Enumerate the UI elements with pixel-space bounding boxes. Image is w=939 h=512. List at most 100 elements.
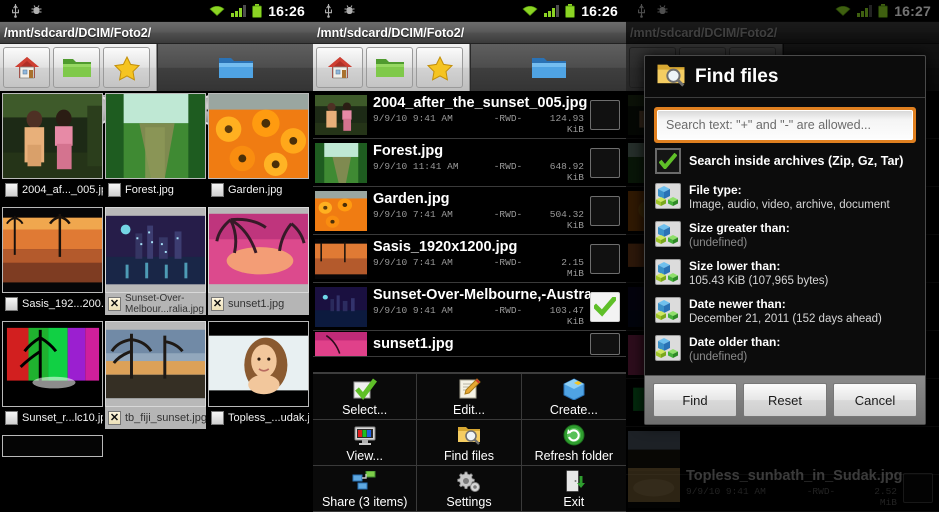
thumbnail-selected[interactable]	[105, 207, 206, 293]
current-folder-button-1[interactable]	[157, 44, 313, 91]
menu-item-share[interactable]: Share (3 items)	[313, 466, 418, 512]
couple-photo-thumb	[315, 94, 367, 135]
row-checkbox[interactable]	[590, 332, 620, 355]
thumbnail-selected[interactable]	[105, 321, 206, 407]
cancel-button[interactable]: Cancel	[833, 383, 917, 417]
path-bar-1[interactable]: /mnt/sdcard/DCIM/Foto2/	[0, 22, 313, 44]
thumbnail-grid: − +	[0, 91, 313, 457]
favorites-button-1[interactable]	[103, 47, 150, 88]
table-row[interactable]: 2004_after_the_sunset_005.jpg 9/9/10 9:4…	[313, 91, 626, 139]
context-menu: Select... Edit... Create... View... Find…	[313, 372, 626, 512]
option-date-newer[interactable]: Date newer than: December 21, 2011 (152 …	[654, 293, 916, 331]
current-folder-button-2[interactable]	[470, 44, 626, 91]
row-checkbox[interactable]	[590, 243, 620, 274]
parent-folder-button-1[interactable]	[53, 47, 100, 88]
checkbox[interactable]	[108, 183, 121, 197]
checkbox-checked[interactable]: ✕	[211, 297, 224, 311]
menu-item-exit[interactable]: Exit	[521, 466, 626, 512]
row-checkbox[interactable]	[590, 147, 620, 178]
file-name: Forest.jpg	[125, 184, 174, 196]
blue-box-icon	[562, 376, 586, 402]
checkbox[interactable]	[211, 183, 224, 197]
option-value: Image, audio, video, archive, document	[689, 199, 890, 211]
option-size-lower[interactable]: Size lower than: 105.43 KiB (107,965 byt…	[654, 255, 916, 293]
checkbox-checked[interactable]: ✕	[108, 411, 121, 425]
grid-item[interactable]: Sunset_r...lc10.jpg	[2, 321, 103, 429]
grid-item[interactable]: Forest.jpg	[105, 93, 206, 201]
menu-item-refresh-folder[interactable]: Refresh folder	[521, 420, 626, 466]
table-row[interactable]: Forest.jpg 9/9/10 11:41 AM -RWD- 648.92 …	[313, 139, 626, 187]
row-checkbox-checked[interactable]	[590, 291, 620, 322]
row-thumbnail	[315, 331, 367, 356]
pink-palm-thumb	[209, 208, 308, 292]
row-meta: 9/9/10 11:41 AM -RWD- 648.92 KiB	[373, 159, 590, 183]
option-value: December 21, 2011 (152 days ahead)	[689, 313, 882, 325]
file-name: Sasis_192...200.jpg	[22, 298, 103, 310]
thumbnail[interactable]	[2, 321, 103, 407]
menu-item-view[interactable]: View...	[313, 420, 418, 466]
option-search-archives[interactable]: Search inside archives (Zip, Gz, Tar)	[654, 143, 916, 179]
file-date: 9/9/10 9:41 AM	[373, 304, 453, 316]
row-meta: 9/9/10 7:41 AM -RWD- 504.32 KiB	[373, 207, 590, 231]
row-checkbox[interactable]	[590, 195, 620, 226]
pencil-note-icon	[457, 376, 481, 402]
table-row[interactable]: sunset1.jpg	[313, 331, 626, 357]
panel-list-view: 16:26 /mnt/sdcard/DCIM/Foto2/ 2004_after…	[313, 0, 626, 512]
thumbnail[interactable]	[2, 435, 103, 457]
find-button[interactable]: Find	[653, 383, 737, 417]
three-panel-screenshot: 16:26 /mnt/sdcard/DCIM/Foto2/ 2004_af...…	[0, 0, 939, 512]
option-file-type[interactable]: File type: Image, audio, video, archive,…	[654, 179, 916, 217]
grid-item[interactable]: Garden.jpg	[208, 93, 309, 201]
menu-label: Create...	[549, 403, 598, 417]
parent-folder-button-2[interactable]	[366, 47, 413, 88]
folder-search-icon	[655, 61, 687, 93]
table-row[interactable]: Sasis_1920x1200.jpg 9/9/10 7:41 AM -RWD-…	[313, 235, 626, 283]
thumbnail[interactable]	[208, 321, 309, 407]
thumbnail[interactable]	[2, 207, 103, 293]
checkbox[interactable]	[5, 183, 18, 197]
checkbox[interactable]	[211, 411, 224, 425]
row-checkbox[interactable]	[590, 99, 620, 130]
option-size-greater[interactable]: Size greater than: (undefined)	[654, 217, 916, 255]
home-button-1[interactable]	[3, 47, 50, 88]
grid-item[interactable]: ✕ tb_fiji_sunset.jpg	[105, 321, 206, 429]
thumbnail[interactable]	[2, 93, 103, 179]
menu-item-settings[interactable]: Settings	[417, 466, 522, 512]
reset-button[interactable]: Reset	[743, 383, 827, 417]
grid-item[interactable]: Sasis_192...200.jpg	[2, 207, 103, 315]
menu-item-edit[interactable]: Edit...	[417, 374, 522, 420]
table-row[interactable]: Garden.jpg 9/9/10 7:41 AM -RWD- 504.32 K…	[313, 187, 626, 235]
menu-label: Share (3 items)	[321, 495, 408, 509]
grid-item[interactable]: Topless_...udak.jpg	[208, 321, 309, 429]
menu-item-find-files[interactable]: Find files	[417, 420, 522, 466]
checkbox-checked[interactable]: ✕	[108, 297, 121, 311]
home-button-2[interactable]	[316, 47, 363, 88]
status-left-icons	[4, 3, 43, 18]
panel-grid-view: 16:26 /mnt/sdcard/DCIM/Foto2/ 2004_af...…	[0, 0, 313, 512]
file-date: 9/9/10 7:41 AM	[373, 208, 453, 220]
favorites-button-2[interactable]	[416, 47, 463, 88]
thumbnail-selected[interactable]	[208, 207, 309, 293]
file-perm: -RWD-	[493, 256, 523, 268]
checkbox[interactable]	[5, 411, 18, 425]
option-date-older[interactable]: Date older than: (undefined)	[654, 331, 916, 369]
search-input[interactable]	[657, 110, 913, 140]
grid-item[interactable]: 2004_af..._005.jpg	[2, 93, 103, 201]
path-bar-2[interactable]: /mnt/sdcard/DCIM/Foto2/	[313, 22, 626, 44]
file-size: 648.92 KiB	[549, 160, 584, 183]
grid-row: 2004_af..._005.jpg	[0, 93, 313, 201]
checkbox-checked[interactable]	[655, 148, 681, 174]
forest-path-thumb	[106, 94, 205, 178]
grid-item[interactable]: ✕ Sunset-Over-Melbour...ralia.jpg	[105, 207, 206, 315]
table-row-selected[interactable]: Sunset-Over-Melbourne,-Australi 9/9/10 9…	[313, 283, 626, 331]
grid-item[interactable]: ✕ sunset1.jpg	[208, 207, 309, 315]
thumbnail[interactable]	[105, 93, 206, 179]
file-size: 504.32 KiB	[549, 208, 584, 231]
row-text: sunset1.jpg	[367, 336, 590, 352]
thumbnail[interactable]	[208, 93, 309, 179]
menu-item-select[interactable]: Select...	[313, 374, 418, 420]
menu-item-create[interactable]: Create...	[521, 374, 626, 420]
grid-item[interactable]	[2, 435, 103, 457]
usb-icon	[325, 4, 332, 18]
checkbox[interactable]	[5, 297, 18, 311]
